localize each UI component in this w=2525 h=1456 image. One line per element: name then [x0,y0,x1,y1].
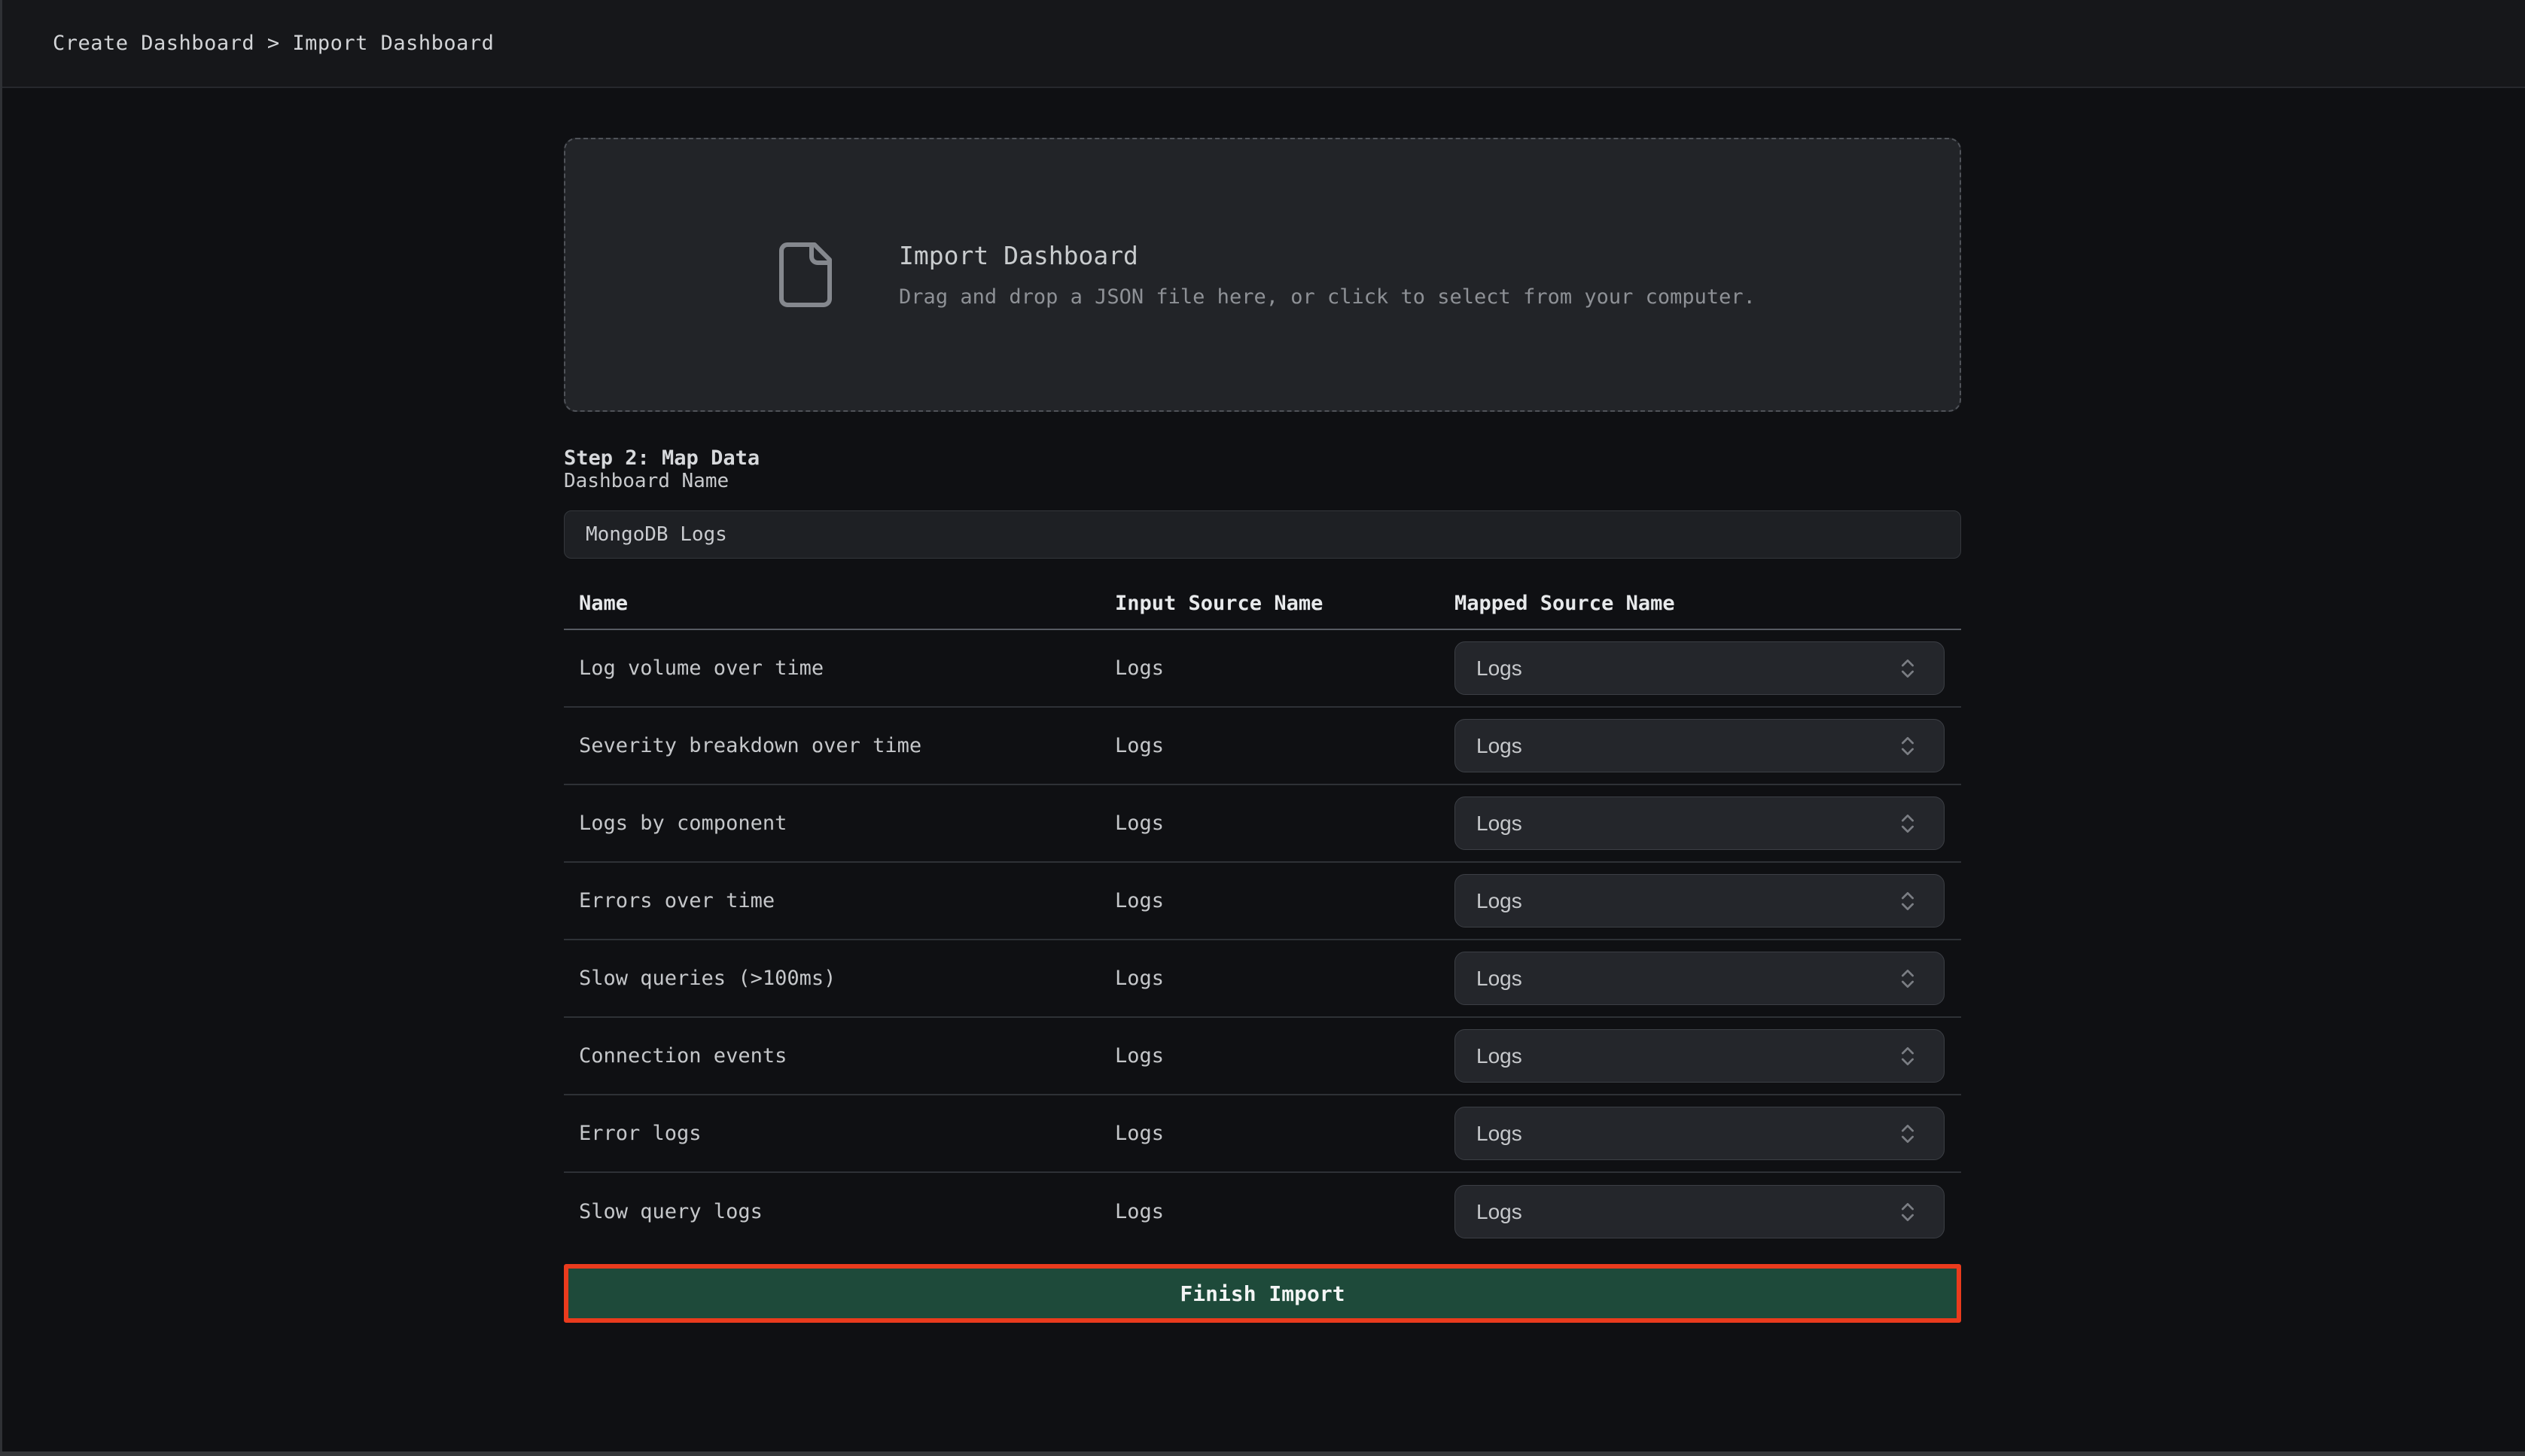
mapped-source-value: Logs [1476,656,1522,681]
mapping-table: Name Input Source Name Mapped Source Nam… [564,559,1961,1250]
chevrons-up-down-icon [1896,1044,1920,1068]
breadcrumb[interactable]: Create Dashboard > Import Dashboard [53,32,494,55]
row-name: Logs by component [564,812,1115,835]
table-row: Slow query logs Logs Logs [564,1173,1961,1250]
dashboard-name-input[interactable] [564,510,1961,559]
finish-import-button[interactable]: Finish Import [564,1264,1961,1323]
table-row: Log volume over time Logs Logs [564,630,1961,708]
row-input-source: Logs [1115,1122,1454,1145]
mapped-source-value: Logs [1476,889,1522,913]
mapped-source-value: Logs [1476,734,1522,758]
mapped-source-value: Logs [1476,812,1522,836]
row-input-source: Logs [1115,889,1454,912]
row-name: Log volume over time [564,656,1115,680]
top-bar: Create Dashboard > Import Dashboard [0,0,2525,88]
row-input-source: Logs [1115,1044,1454,1068]
chevrons-up-down-icon [1896,967,1920,991]
row-name: Connection events [564,1044,1115,1068]
row-input-source: Logs [1115,734,1454,757]
table-row: Errors over time Logs Logs [564,863,1961,940]
chevrons-up-down-icon [1896,889,1920,913]
dropzone-title: Import Dashboard [899,241,1756,270]
table-body: Log volume over time Logs Logs Severity … [564,630,1961,1250]
mapped-source-select[interactable]: Logs [1454,1185,1945,1238]
mapped-source-select[interactable]: Logs [1454,874,1945,928]
chevrons-up-down-icon [1896,1200,1920,1224]
mapped-source-select[interactable]: Logs [1454,1029,1945,1083]
dropzone-text: Import Dashboard Drag and drop a JSON fi… [899,241,1756,309]
mapped-source-select[interactable]: Logs [1454,641,1945,695]
import-dashboard-page: Import Dashboard Drag and drop a JSON fi… [564,138,1961,1323]
chevrons-up-down-icon [1896,1122,1920,1146]
row-name: Errors over time [564,889,1115,912]
dashboard-name-label: Dashboard Name [564,470,729,492]
mapped-source-value: Logs [1476,1044,1522,1068]
chevrons-up-down-icon [1896,812,1920,836]
header-input-source: Input Source Name [1115,592,1454,615]
header-mapped-source: Mapped Source Name [1454,592,1961,615]
header-name: Name [564,592,1115,615]
row-input-source: Logs [1115,967,1454,990]
step-heading: Step 2: Map Data [564,446,1961,470]
dropzone-subtitle: Drag and drop a JSON file here, or click… [899,285,1756,309]
table-row: Severity breakdown over time Logs Logs [564,708,1961,785]
mapped-source-select[interactable]: Logs [1454,797,1945,850]
row-input-source: Logs [1115,1200,1454,1223]
mapped-source-select[interactable]: Logs [1454,1107,1945,1160]
table-row: Logs by component Logs Logs [564,785,1961,863]
table-row: Error logs Logs Logs [564,1095,1961,1173]
window-bottom-edge [0,1451,2525,1456]
mapped-source-select[interactable]: Logs [1454,719,1945,772]
table-header-row: Name Input Source Name Mapped Source Nam… [564,559,1961,629]
mapped-source-value: Logs [1476,967,1522,991]
file-icon [769,239,842,311]
row-name: Slow queries (>100ms) [564,967,1115,990]
mapped-source-value: Logs [1476,1200,1522,1224]
row-name: Severity breakdown over time [564,734,1115,757]
chevrons-up-down-icon [1896,734,1920,758]
chevrons-up-down-icon [1896,656,1920,681]
row-input-source: Logs [1115,812,1454,835]
row-name: Slow query logs [564,1200,1115,1223]
mapped-source-select[interactable]: Logs [1454,952,1945,1005]
row-input-source: Logs [1115,656,1454,680]
json-dropzone[interactable]: Import Dashboard Drag and drop a JSON fi… [564,138,1961,412]
window-left-edge [0,0,2,1456]
row-name: Error logs [564,1122,1115,1145]
table-row: Connection events Logs Logs [564,1018,1961,1095]
mapped-source-value: Logs [1476,1122,1522,1146]
table-row: Slow queries (>100ms) Logs Logs [564,940,1961,1018]
